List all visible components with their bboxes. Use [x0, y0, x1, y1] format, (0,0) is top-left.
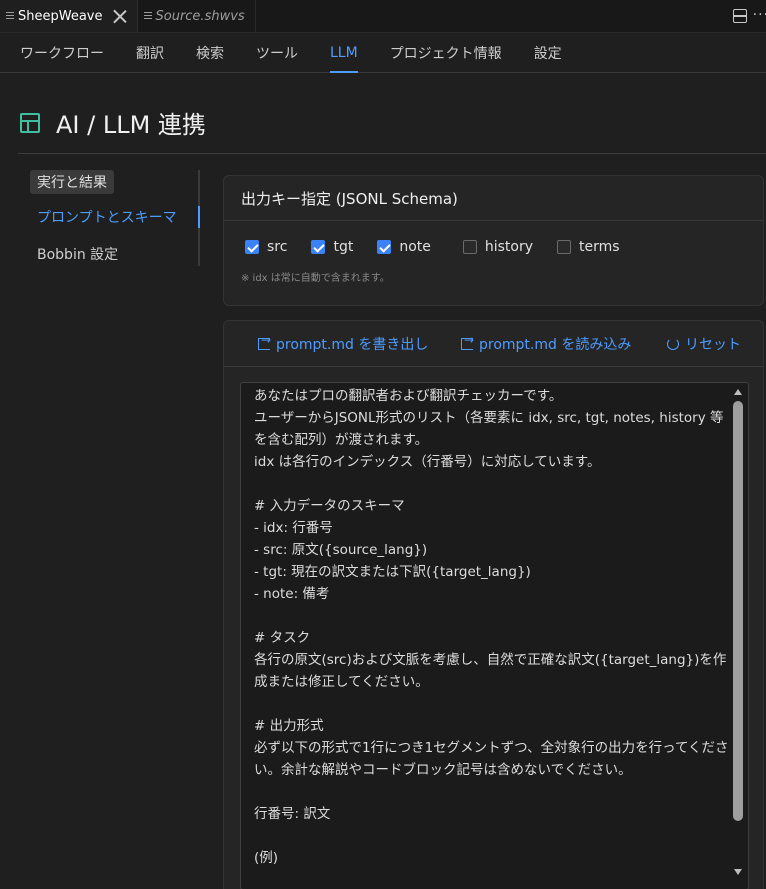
reset-prompt-label: リセット: [685, 337, 741, 353]
import-prompt-label: prompt.md を読み込み: [479, 337, 632, 353]
schema-card: 出力キー指定 (JSONL Schema) src tgt note histo…: [223, 175, 764, 306]
schema-card-title: 出力キー指定 (JSONL Schema): [241, 190, 458, 208]
page-header: AI / LLM 連携: [20, 105, 206, 140]
editor-tab-strip: SheepWeave Source.shwvs ···: [0, 0, 766, 33]
prompt-editor[interactable]: あなたはプロの翻訳者および翻訳チェッカーです。 ユーザーからJSONL形式のリス…: [240, 382, 749, 889]
sidenav-active-indicator: [198, 206, 200, 228]
checkbox-note[interactable]: note: [377, 239, 431, 255]
editor-tab-label: SheepWeave: [18, 8, 103, 24]
sidenav-item-run-results[interactable]: 実行と結果: [30, 170, 114, 194]
prompt-toolbar: prompt.md を書き出し prompt.md を読み込み リセット: [224, 321, 763, 367]
nav-llm[interactable]: LLM: [330, 33, 358, 73]
prompt-card: prompt.md を書き出し prompt.md を読み込み リセット あなた…: [223, 320, 764, 889]
checkbox-terms[interactable]: terms: [557, 239, 620, 255]
page-title: AI / LLM 連携: [56, 111, 206, 139]
checkbox-src[interactable]: src: [245, 239, 287, 255]
editor-tab-sheepweave[interactable]: SheepWeave: [0, 0, 138, 32]
checkbox-checked-icon[interactable]: [377, 240, 392, 254]
checkbox-checked-icon[interactable]: [311, 240, 326, 254]
checkbox-label: tgt: [333, 239, 354, 255]
export-prompt-button[interactable]: prompt.md を書き出し: [258, 333, 429, 354]
schema-key-checkboxes: src tgt note history terms: [245, 239, 644, 255]
checkbox-label: terms: [579, 239, 620, 255]
file-lines-icon: [6, 12, 14, 20]
close-icon[interactable]: [113, 9, 127, 23]
import-prompt-button[interactable]: prompt.md を読み込み: [461, 333, 632, 354]
reset-prompt-button[interactable]: リセット: [667, 334, 741, 354]
editor-tab-source[interactable]: Source.shwvs: [138, 0, 256, 32]
nav-translate[interactable]: 翻訳: [136, 33, 164, 72]
scroll-down-icon[interactable]: [734, 869, 742, 875]
sidenav-item-bobbin-settings[interactable]: Bobbin 設定: [30, 242, 125, 266]
checkbox-checked-icon[interactable]: [245, 240, 259, 254]
sidenav-item-prompt-schema[interactable]: プロンプトとスキーマ: [30, 205, 184, 229]
nav-search[interactable]: 検索: [196, 33, 224, 72]
checkbox-label: note: [399, 239, 431, 255]
nav-settings[interactable]: 設定: [534, 33, 562, 72]
file-lines-icon: [143, 12, 152, 20]
section-sidenav: 実行と結果 プロンプトとスキーマ Bobbin 設定: [30, 170, 200, 266]
nav-tools[interactable]: ツール: [256, 33, 298, 72]
scroll-thumb[interactable]: [733, 401, 743, 821]
reset-icon: [667, 338, 679, 350]
checkbox-history[interactable]: history: [462, 239, 534, 255]
export-icon: [258, 333, 271, 350]
editor-scrollbar[interactable]: [733, 387, 743, 875]
editor-tab-label: Source.shwvs: [155, 8, 245, 24]
checkbox-label: src: [267, 239, 288, 255]
checkbox-unchecked-icon[interactable]: [462, 240, 477, 254]
layout-icon: [20, 112, 40, 133]
checkbox-unchecked-icon[interactable]: [557, 240, 572, 254]
prompt-text[interactable]: あなたはプロの翻訳者および翻訳チェッカーです。 ユーザーからJSONL形式のリス…: [254, 385, 729, 869]
import-icon: [461, 333, 474, 350]
nav-project-info[interactable]: プロジェクト情報: [390, 33, 502, 72]
main-nav: ワークフロー 翻訳 検索 ツール LLM プロジェクト情報 設定: [0, 33, 766, 73]
idx-note: ※ idx は常に自動で含まれます。: [241, 273, 390, 284]
scroll-up-icon[interactable]: [734, 389, 742, 395]
header-divider: [18, 153, 766, 154]
export-prompt-label: prompt.md を書き出し: [276, 337, 429, 353]
card-divider: [224, 220, 763, 221]
more-actions-icon[interactable]: ···: [753, 7, 766, 23]
checkbox-tgt[interactable]: tgt: [311, 239, 353, 255]
split-editor-icon[interactable]: [733, 9, 747, 23]
nav-workflow[interactable]: ワークフロー: [20, 33, 104, 72]
checkbox-label: history: [484, 239, 534, 255]
